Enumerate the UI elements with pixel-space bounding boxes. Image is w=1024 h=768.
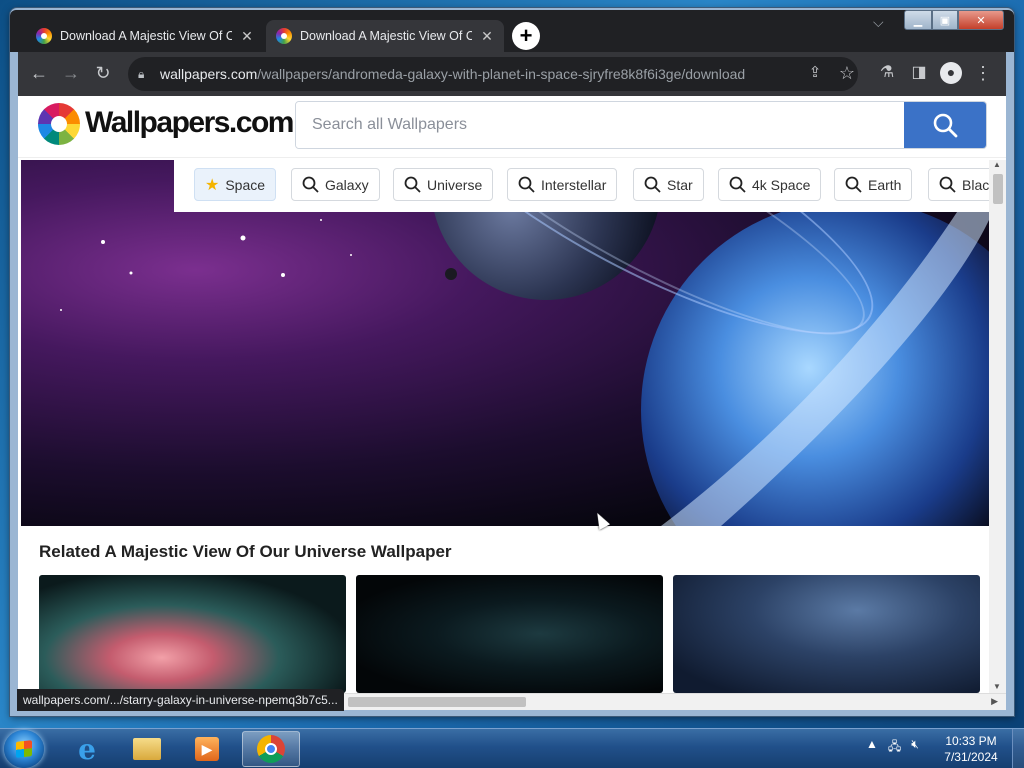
- site-logo[interactable]: Wallpapers.com: [85, 106, 294, 140]
- search-icon: [845, 176, 862, 193]
- file-explorer-icon: [133, 738, 161, 760]
- related-section-title: Related A Majestic View Of Our Universe …: [39, 542, 452, 561]
- star-icon: ★: [205, 176, 220, 194]
- search-icon: [939, 176, 956, 193]
- scroll-right-icon[interactable]: ▶: [991, 696, 998, 707]
- tab-title: Download A Majestic View Of Our Universe…: [300, 29, 472, 43]
- close-window-button[interactable]: ✕: [958, 10, 1004, 30]
- related-wallpaper-thumbnail[interactable]: [39, 575, 346, 693]
- scroll-thumb[interactable]: [348, 697, 526, 707]
- vertical-scrollbar[interactable]: ▲ ▼: [989, 160, 1006, 693]
- volume-muted-icon[interactable]: 🔇︎: [911, 737, 919, 758]
- taskbar-media-player[interactable]: ▶: [180, 731, 234, 767]
- tag-chip-bar: ★ Space Galaxy Universe Interstellar Sta…: [174, 160, 1006, 212]
- side-panel-icon[interactable]: ◨: [908, 63, 930, 83]
- scroll-thumb[interactable]: [993, 174, 1003, 204]
- share-icon[interactable]: ⇪: [804, 63, 826, 83]
- link-status-bar: wallpapers.com/.../starry-galaxy-in-univ…: [17, 689, 344, 711]
- search-icon: [933, 113, 958, 138]
- forward-icon[interactable]: →: [60, 63, 82, 83]
- show-desktop-button[interactable]: [1012, 729, 1024, 768]
- related-wallpaper-thumbnail[interactable]: [673, 575, 980, 693]
- chrome-icon: [257, 735, 285, 763]
- chip-4k-space[interactable]: 4k Space: [718, 168, 822, 201]
- url-text[interactable]: wallpapers.com/wallpapers/andromeda-gala…: [160, 66, 745, 82]
- media-player-icon: ▶: [195, 737, 219, 761]
- lock-icon[interactable]: 🔒︎: [138, 67, 152, 82]
- minimize-button[interactable]: ▁: [904, 10, 932, 30]
- reload-icon[interactable]: ↻: [92, 63, 114, 83]
- tab-close-icon[interactable]: ✕: [240, 28, 254, 45]
- tab-title: Download A Majestic View Of Our Universe…: [60, 29, 232, 43]
- wallpapers-favicon-icon: [276, 28, 292, 44]
- wallpapers-favicon-icon: [36, 28, 52, 44]
- start-button[interactable]: [4, 730, 44, 768]
- web-page: Wallpapers.com ★ Space Galaxy Universe I…: [18, 96, 1006, 693]
- tab-search-icon[interactable]: ⌵: [873, 14, 884, 31]
- back-icon[interactable]: ←: [28, 63, 50, 83]
- search-bar: [295, 101, 987, 149]
- labs-flask-icon[interactable]: ⚗: [876, 63, 898, 83]
- chip-space[interactable]: ★ Space: [194, 168, 277, 201]
- new-tab-button[interactable]: +: [512, 22, 540, 50]
- wallpaper-preview-image[interactable]: [21, 160, 989, 526]
- maximize-button[interactable]: ▣: [932, 10, 958, 30]
- chip-star[interactable]: Star: [633, 168, 704, 201]
- scroll-down-icon[interactable]: ▼: [993, 682, 1001, 691]
- system-tray: ▲ 🖧︎ 🔇︎: [866, 737, 919, 758]
- bookmark-star-icon[interactable]: ☆: [836, 63, 858, 83]
- search-icon: [404, 176, 421, 193]
- taskbar-internet-explorer[interactable]: e: [60, 731, 114, 767]
- address-bar[interactable]: 🔒︎ wallpapers.com/wallpapers/andromeda-g…: [128, 57, 858, 91]
- related-wallpaper-thumbnail[interactable]: [356, 575, 663, 693]
- wallpapers-logo-icon[interactable]: [38, 103, 80, 145]
- search-input[interactable]: [296, 102, 904, 148]
- search-button[interactable]: [904, 102, 986, 148]
- search-icon: [644, 176, 661, 193]
- profile-avatar-icon[interactable]: ●: [940, 62, 962, 84]
- tab-1[interactable]: Download A Majestic View Of Our Universe…: [26, 20, 264, 52]
- scroll-up-icon[interactable]: ▲: [993, 160, 1001, 169]
- network-icon[interactable]: 🖧︎: [888, 737, 901, 758]
- show-hidden-icons-icon[interactable]: ▲: [866, 737, 878, 758]
- clock[interactable]: 10:33 PM 7/31/2024: [936, 733, 1006, 765]
- browser-toolbar: ← → ↻ 🔒︎ wallpapers.com/wallpapers/andro…: [18, 52, 1006, 96]
- site-header: Wallpapers.com: [18, 96, 1006, 158]
- clock-date: 7/31/2024: [944, 750, 998, 764]
- tab-close-icon[interactable]: ✕: [480, 28, 494, 45]
- windows-logo-icon: [16, 740, 32, 758]
- chip-earth[interactable]: Earth: [834, 168, 913, 201]
- clock-time: 10:33 PM: [945, 734, 997, 748]
- search-icon: [729, 176, 746, 193]
- chip-universe[interactable]: Universe: [393, 168, 494, 201]
- menu-kebab-icon[interactable]: ⋮: [972, 63, 994, 83]
- internet-explorer-icon: e: [78, 732, 96, 766]
- chip-interstellar[interactable]: Interstellar: [507, 168, 618, 201]
- windows-taskbar: e ▶ ▲ 🖧︎ 🔇︎ 10:33 PM 7/31/2024: [0, 728, 1024, 768]
- search-icon: [302, 176, 319, 193]
- taskbar-chrome[interactable]: [242, 731, 300, 767]
- chip-galaxy[interactable]: Galaxy: [291, 168, 380, 201]
- taskbar-file-explorer[interactable]: [120, 731, 174, 767]
- tab-2[interactable]: Download A Majestic View Of Our Universe…: [266, 20, 504, 52]
- search-icon: [518, 176, 535, 193]
